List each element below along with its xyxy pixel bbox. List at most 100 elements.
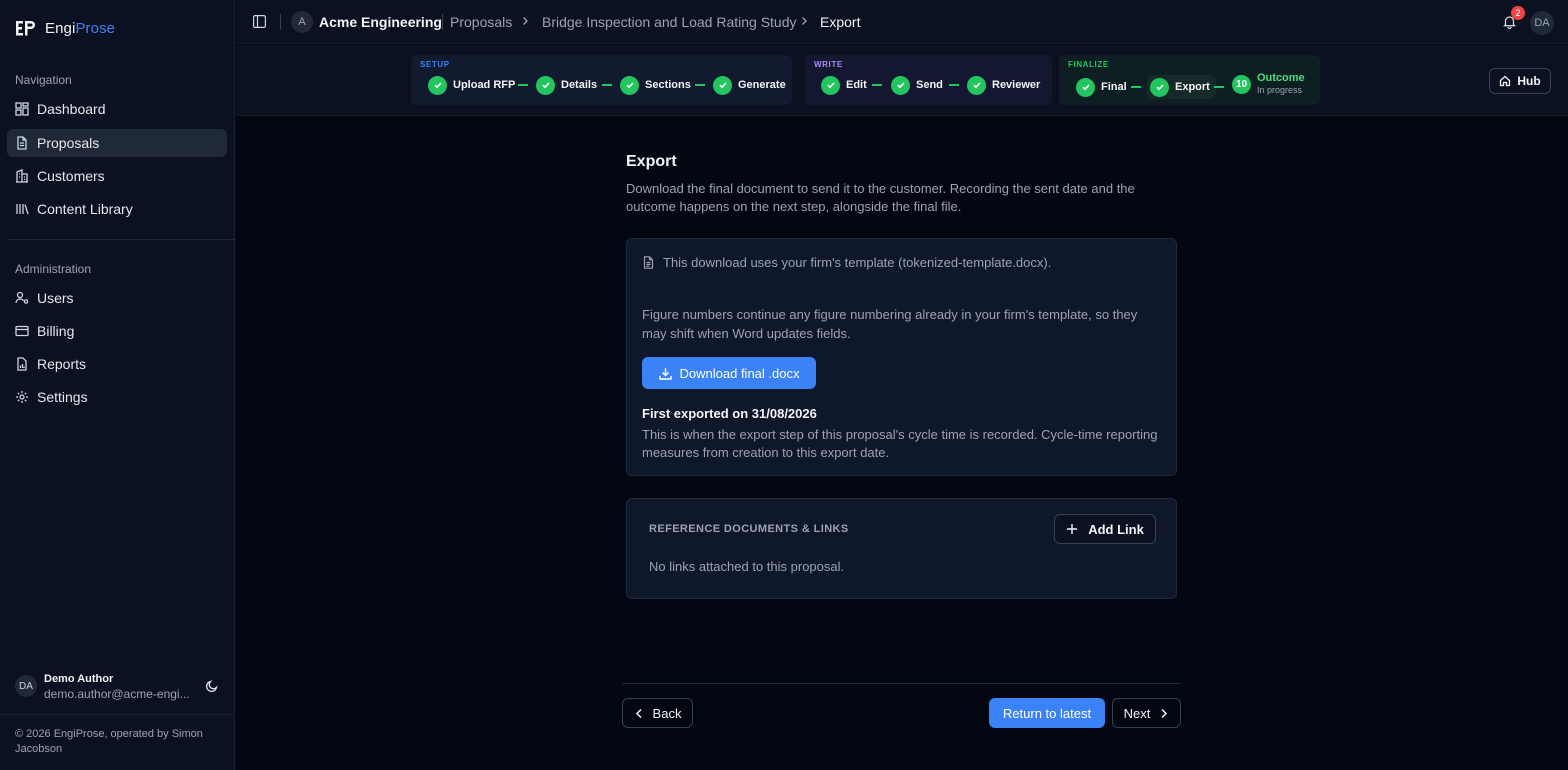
step-final[interactable]: Final (1076, 77, 1127, 97)
step-edit[interactable]: Edit (821, 75, 867, 95)
return-to-latest-button[interactable]: Return to latest (989, 698, 1105, 728)
sidebar-divider (7, 239, 235, 240)
logo-mark-icon (16, 21, 35, 36)
step-send[interactable]: Send (891, 75, 943, 95)
phase-label: SETUP (420, 60, 450, 69)
download-final-button[interactable]: Download final .docx (642, 357, 816, 389)
sidebar-item-label: Proposals (37, 135, 100, 151)
plus-icon (1067, 524, 1078, 534)
sidebar-item-proposals[interactable]: Proposals (7, 129, 227, 157)
sidebar-item-label: Dashboard (37, 101, 106, 117)
document-icon (17, 136, 27, 150)
phase-write: WRITE Edit Send Reviewer (805, 55, 1052, 105)
phase-label: FINALIZE (1068, 60, 1109, 69)
gear-icon (16, 391, 28, 403)
brand-name: EngiProse (45, 19, 116, 37)
org-avatar[interactable]: A (291, 11, 313, 33)
step-sections[interactable]: Sections (620, 75, 691, 95)
add-link-button[interactable]: Add Link (1054, 514, 1156, 544)
sidebar-item-dashboard[interactable]: Dashboard (7, 95, 227, 123)
library-icon (16, 204, 29, 215)
sidebar-item-label: Content Library (37, 201, 133, 217)
sidebar-item-content-library[interactable]: Content Library (7, 195, 227, 223)
template-note: This download uses your firm's template … (642, 255, 1051, 270)
step-details[interactable]: Details (536, 75, 597, 95)
step-export-current[interactable]: Export (1147, 75, 1216, 99)
step-upload-rfp[interactable]: Upload RFP (428, 75, 515, 95)
section-heading: REFERENCE DOCUMENTS & LINKS (649, 523, 849, 535)
step-reviewer[interactable]: Reviewer (967, 75, 1040, 95)
step-connector (1131, 86, 1141, 88)
chevron-right-icon (802, 17, 807, 25)
step-outcome[interactable]: 10 Outcome In progress (1232, 72, 1305, 95)
check-icon (967, 75, 986, 95)
step-connector (1214, 86, 1224, 88)
figure-numbering-note: Figure numbers continue any figure numbe… (642, 307, 1138, 341)
phase-setup: SETUP Upload RFP Details Sections Genera… (411, 55, 792, 105)
outcome-label: Outcome In progress (1257, 72, 1305, 95)
sidebar-toggle-icon[interactable] (253, 15, 266, 28)
user-email: demo.author@acme-engi... (44, 687, 190, 701)
first-exported-date: First exported on 31/08/2026 (642, 406, 817, 421)
footer-divider (622, 683, 1181, 684)
notification-badge: 2 (1511, 6, 1525, 20)
workflow-stepper: SETUP Upload RFP Details Sections Genera… (236, 45, 1568, 116)
page-description: Download the final document to send it t… (626, 181, 1135, 214)
document-icon (643, 256, 654, 269)
home-icon (1500, 75, 1511, 87)
breadcrumb-current: Export (820, 14, 861, 30)
user-name: Demo Author (44, 673, 114, 685)
sidebar-item-users[interactable]: Users (7, 284, 227, 312)
step-generate[interactable]: Generate (713, 75, 786, 95)
check-icon (1076, 77, 1095, 97)
sidebar: EngiProse Navigation Dashboard Proposals… (0, 0, 235, 770)
sidebar-footer-divider (0, 714, 235, 715)
check-icon (428, 75, 447, 95)
org-name[interactable]: Acme Engineering (319, 14, 442, 30)
building-icon (16, 169, 28, 183)
reference-links-card: REFERENCE DOCUMENTS & LINKS Add Link No … (626, 498, 1177, 599)
check-icon (713, 75, 732, 95)
step-connector (949, 84, 959, 86)
avatar[interactable]: DA (1530, 11, 1554, 35)
nav-section-label: Navigation (15, 73, 72, 87)
breadcrumb-proposals[interactable]: Proposals (450, 14, 512, 30)
moon-icon[interactable] (205, 679, 219, 693)
topbar-separator (442, 14, 443, 30)
sidebar-item-label: Users (37, 290, 74, 306)
sidebar-item-customers[interactable]: Customers (7, 162, 227, 190)
step-number-badge: 10 (1232, 74, 1251, 94)
chevron-left-icon (635, 708, 642, 718)
copyright: © 2026 EngiProse, operated by Simon Jaco… (15, 728, 203, 755)
step-connector (872, 84, 882, 86)
step-connector (602, 84, 612, 86)
sidebar-item-label: Settings (37, 389, 88, 405)
admin-section-label: Administration (15, 262, 92, 276)
back-button[interactable]: Back (622, 698, 693, 728)
hub-button[interactable]: Hub (1489, 68, 1551, 94)
phase-finalize: FINALIZE Final Export 10 Outcome In prog… (1059, 55, 1320, 105)
dashboard-icon (15, 102, 29, 116)
step-connector (695, 84, 705, 86)
logo[interactable]: EngiProse (15, 19, 115, 37)
sidebar-item-reports[interactable]: Reports (7, 350, 227, 378)
user-profile[interactable]: DA Demo Author demo.author@acme-engi... (15, 672, 225, 702)
check-icon (1150, 77, 1169, 97)
report-icon (17, 357, 27, 371)
phase-label: WRITE (814, 60, 843, 69)
check-icon (821, 75, 840, 95)
next-button[interactable]: Next (1112, 698, 1181, 728)
user-gear-icon (15, 291, 29, 304)
sidebar-item-billing[interactable]: Billing (7, 317, 227, 345)
chevron-right-icon (1161, 708, 1168, 718)
breadcrumb-proposal-name[interactable]: Bridge Inspection and Load Rating Study (542, 14, 797, 30)
credit-card-icon (15, 325, 29, 337)
step-connector (518, 84, 528, 86)
page-title: Export (626, 153, 677, 170)
sidebar-item-label: Billing (37, 323, 75, 339)
check-icon (620, 75, 639, 95)
sidebar-item-settings[interactable]: Settings (7, 383, 227, 411)
download-icon (658, 367, 672, 380)
top-bar: A Acme Engineering Proposals Bridge Insp… (236, 0, 1568, 44)
chevron-right-icon (523, 17, 528, 25)
